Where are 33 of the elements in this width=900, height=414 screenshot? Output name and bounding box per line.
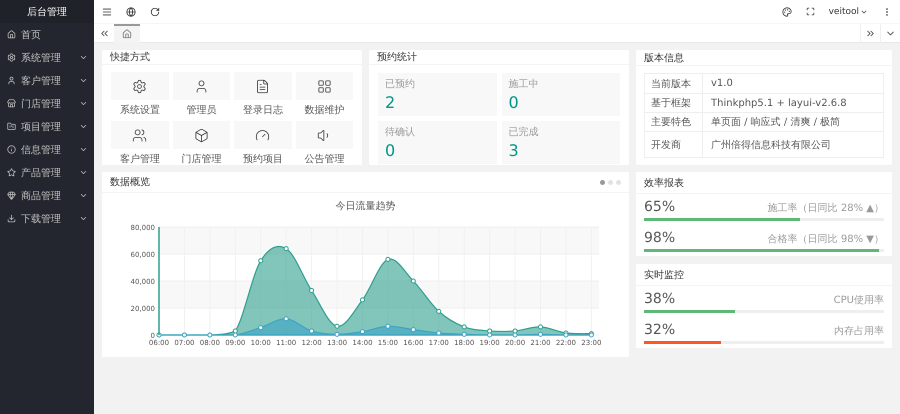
card-title: 快捷方式 (110, 50, 151, 64)
card-title: 实时监控 (644, 268, 685, 282)
stat-value: 0 (385, 141, 396, 160)
metric-label: CPU使用率 (834, 294, 884, 307)
percent-value: 98% (644, 230, 676, 246)
stat-label: 待确认 (385, 126, 416, 139)
stat-value: 0 (508, 93, 520, 112)
stat-value: 2 (385, 93, 396, 112)
table-cell: 开发商 (645, 132, 703, 157)
app-title: 后台管理 (0, 0, 94, 23)
table-cell-text: 单页面 / 响应式 / 清爽 / 极简 (710, 116, 842, 130)
metric-label: 合格率（日同比 98% ▼） (768, 232, 884, 246)
table-cell-text: Thinkphp5.1 + layui-v2.6.8 (710, 96, 848, 110)
table-cell: 主要特色 (645, 113, 703, 131)
percent-value: 65% (644, 199, 676, 215)
user-name: veitool (828, 6, 859, 16)
table-cell-text: v1.0 (710, 77, 734, 91)
stat-label: 已预约 (385, 78, 416, 91)
chart-title: 今日流量趋势 (334, 200, 396, 213)
table-cell-text: 广州倍得信息科技有限公司 (710, 138, 832, 152)
percent-value: 38% (644, 291, 676, 307)
metric-label: 施工率（日同比 28% ▲） (768, 202, 884, 215)
table-cell: 基于框架 (645, 94, 703, 112)
card-title: 版本信息 (644, 52, 685, 64)
card-title: 效率报表 (644, 176, 685, 190)
table-cell: 当前版本 (645, 74, 703, 93)
stat-label: 施工中 (508, 78, 540, 91)
card-title: 数据概览 (110, 176, 151, 189)
stat-value: 3 (508, 141, 520, 160)
stat-label: 已完成 (508, 126, 540, 139)
percent-value: 32% (644, 322, 676, 338)
card-title: 预约统计 (377, 50, 418, 64)
metric-label: 内存占用率 (834, 324, 884, 338)
